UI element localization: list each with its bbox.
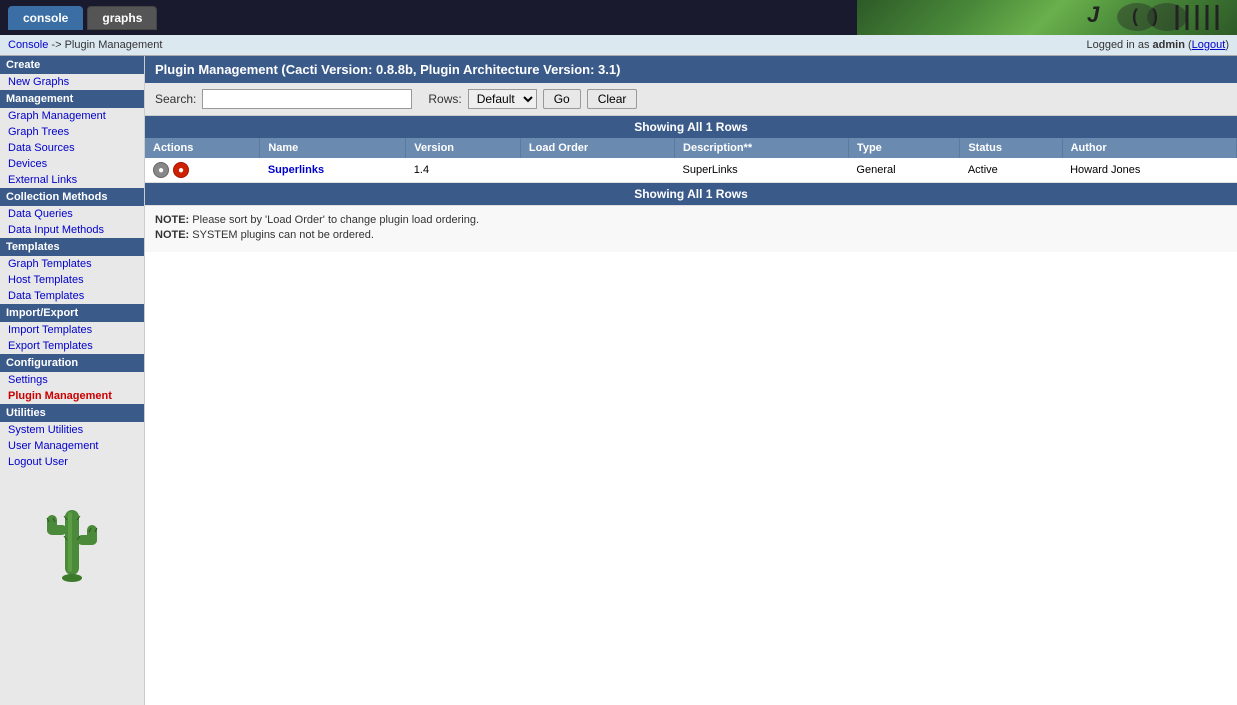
sidebar-item-import-templates[interactable]: Import Templates [0,322,144,338]
login-info: Logged in as admin (Logout) [1086,39,1229,51]
search-input[interactable] [202,89,412,109]
col-status: Status [960,138,1062,158]
svg-text:): ) [1152,6,1158,26]
sidebar-item-data-templates[interactable]: Data Templates [0,288,144,304]
cell-actions: ● ● [145,158,260,183]
showing-rows-bottom: Showing All 1 Rows [145,183,1237,205]
sidebar-item-user-management[interactable]: User Management [0,438,144,454]
note-2: NOTE: SYSTEM plugins can not be ordered. [155,229,1227,241]
action-icon-grey[interactable]: ● [153,162,169,178]
sidebar-item-new-graphs[interactable]: New Graphs [0,74,144,90]
breadcrumb-home[interactable]: Console [8,39,48,51]
sidebar-item-devices[interactable]: Devices [0,156,144,172]
configuration-section-header: Configuration [0,354,144,372]
col-author: Author [1062,138,1236,158]
username: admin [1153,39,1185,51]
collection-section-header: Collection Methods [0,188,144,206]
templates-section-header: Templates [0,238,144,256]
sidebar-item-graph-trees[interactable]: Graph Trees [0,124,144,140]
sidebar-item-graph-management[interactable]: Graph Management [0,108,144,124]
rows-select[interactable]: Default 10 20 50 [468,89,537,109]
cactus-illustration [0,470,144,610]
page-title: Plugin Management (Cacti Version: 0.8.8b… [155,62,620,77]
rows-label: Rows: [428,92,461,106]
action-icon-red[interactable]: ● [173,162,189,178]
sidebar: Create New Graphs Management Graph Manag… [0,56,145,705]
plugin-name-link[interactable]: Superlinks [268,164,324,176]
sidebar-item-data-queries[interactable]: Data Queries [0,206,144,222]
sidebar-item-graph-templates[interactable]: Graph Templates [0,256,144,272]
content-area: Plugin Management (Cacti Version: 0.8.8b… [145,56,1237,705]
utilities-section-header: Utilities [0,404,144,422]
data-table: Actions Name Version Load Order Descript… [145,138,1237,183]
sidebar-item-system-utilities[interactable]: System Utilities [0,422,144,438]
svg-text:(: ( [1132,6,1138,26]
graphs-tab[interactable]: graphs [87,6,157,30]
cell-status: Active [960,158,1062,183]
sidebar-item-data-sources[interactable]: Data Sources [0,140,144,156]
sidebar-item-plugin-management[interactable]: Plugin Management [0,388,144,404]
breadcrumb: Console -> Plugin Management [8,39,162,51]
sidebar-item-host-templates[interactable]: Host Templates [0,272,144,288]
header: console graphs ( ) J [0,0,1237,35]
cell-load-order [520,158,674,183]
logout-link[interactable]: Logout [1192,39,1226,51]
table-row: ● ● Superlinks 1.4 SuperLinks General Ac… [145,158,1237,183]
console-tab[interactable]: console [8,6,83,30]
breadcrumb-current: Plugin Management [65,39,163,51]
notes-section: NOTE: Please sort by 'Load Order' to cha… [145,205,1237,252]
cell-type: General [848,158,959,183]
sidebar-item-data-input-methods[interactable]: Data Input Methods [0,222,144,238]
col-type: Type [848,138,959,158]
showing-rows-top: Showing All 1 Rows [145,116,1237,138]
svg-text:J: J [1087,2,1100,27]
header-logo: ( ) J [857,0,1237,35]
sidebar-item-external-links[interactable]: External Links [0,172,144,188]
cell-author: Howard Jones [1062,158,1236,183]
col-description: Description** [675,138,849,158]
cell-name: Superlinks [260,158,406,183]
go-button[interactable]: Go [543,89,581,109]
sidebar-item-logout-user[interactable]: Logout User [0,454,144,470]
cell-description: SuperLinks [675,158,849,183]
page-header: Plugin Management (Cacti Version: 0.8.8b… [145,56,1237,83]
breadcrumb-separator: -> [48,39,64,51]
col-name: Name [260,138,406,158]
table-header-row: Actions Name Version Load Order Descript… [145,138,1237,158]
col-actions: Actions [145,138,260,158]
breadcrumb-bar: Console -> Plugin Management Logged in a… [0,35,1237,56]
main-layout: Create New Graphs Management Graph Manag… [0,56,1237,705]
create-section-header: Create [0,56,144,74]
col-version: Version [406,138,521,158]
logged-in-text: Logged in as [1086,39,1152,51]
management-section-header: Management [0,90,144,108]
search-bar: Search: Rows: Default 10 20 50 Go Clear [145,83,1237,116]
note-1: NOTE: Please sort by 'Load Order' to cha… [155,214,1227,226]
col-load-order: Load Order [520,138,674,158]
sidebar-item-settings[interactable]: Settings [0,372,144,388]
clear-button[interactable]: Clear [587,89,638,109]
search-label: Search: [155,92,196,106]
action-icons: ● ● [153,162,252,178]
sidebar-item-export-templates[interactable]: Export Templates [0,338,144,354]
cell-version: 1.4 [406,158,521,183]
import-export-section-header: Import/Export [0,304,144,322]
